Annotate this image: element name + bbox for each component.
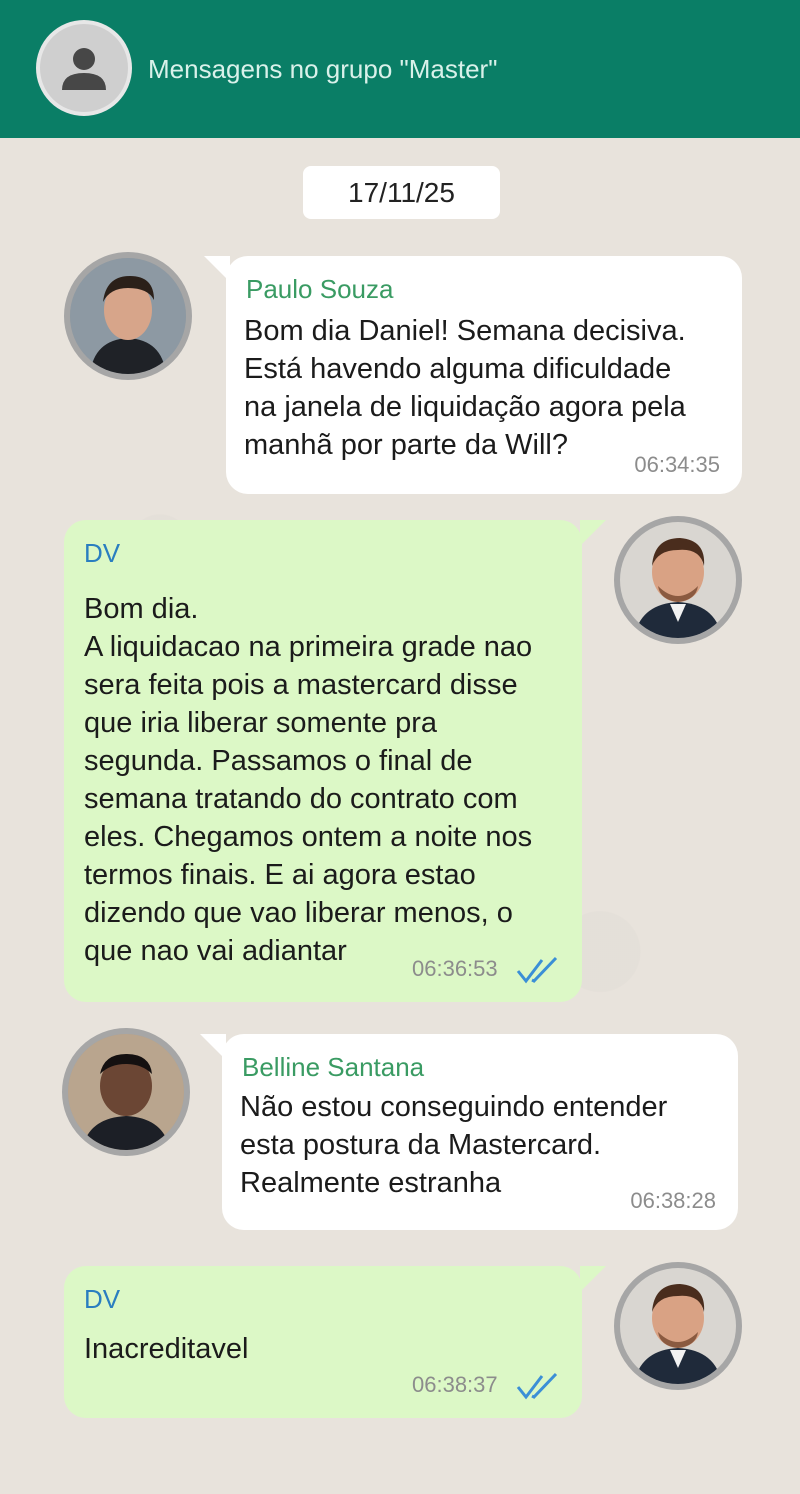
avatar-paulo-souza[interactable] (64, 252, 192, 380)
message-bubble[interactable]: DV Inacreditavel 06:38:37 (64, 1266, 582, 1418)
message-bubble[interactable]: Paulo Souza Bom dia Daniel! Semana decis… (226, 256, 742, 494)
message-text: Inacreditavel (84, 1333, 249, 1365)
message-time: 06:36:53 (412, 956, 498, 981)
sender-name: DV (84, 538, 121, 568)
avatar-dv[interactable] (614, 516, 742, 644)
message-bubble[interactable]: Belline Santana Não estou conseguindo en… (222, 1034, 738, 1230)
bubble-tail (204, 256, 230, 282)
message-time: 06:34:35 (634, 452, 720, 477)
sender-name: Paulo Souza (246, 274, 394, 304)
bubble-tail (580, 1266, 606, 1292)
message-time: 06:38:28 (630, 1188, 716, 1213)
chat-header: Mensagens no grupo "Master" (0, 0, 800, 138)
message-text: Bom dia. A liquidacao na primeira grade … (84, 593, 533, 967)
double-check-icon (516, 956, 558, 984)
sender-name: Belline Santana (242, 1052, 425, 1082)
avatar-dv[interactable] (614, 1262, 742, 1390)
date-chip: 17/11/25 (303, 166, 500, 219)
user-silhouette-icon (62, 48, 106, 90)
group-title: Mensagens no grupo "Master" (148, 54, 498, 84)
bubble-tail (580, 520, 606, 546)
message-text: Bom dia Daniel! Semana decisiva. Está ha… (244, 315, 686, 461)
double-check-icon (516, 1372, 558, 1400)
message-text: Não estou conseguindo entender esta post… (240, 1091, 668, 1199)
group-avatar[interactable] (36, 20, 132, 116)
message-time: 06:38:37 (412, 1372, 498, 1397)
bubble-tail (200, 1034, 226, 1060)
avatar-belline-santana[interactable] (62, 1028, 190, 1156)
sender-name: DV (84, 1284, 121, 1314)
message-bubble[interactable]: DV Bom dia. A liquidacao na primeira gra… (64, 520, 582, 1002)
